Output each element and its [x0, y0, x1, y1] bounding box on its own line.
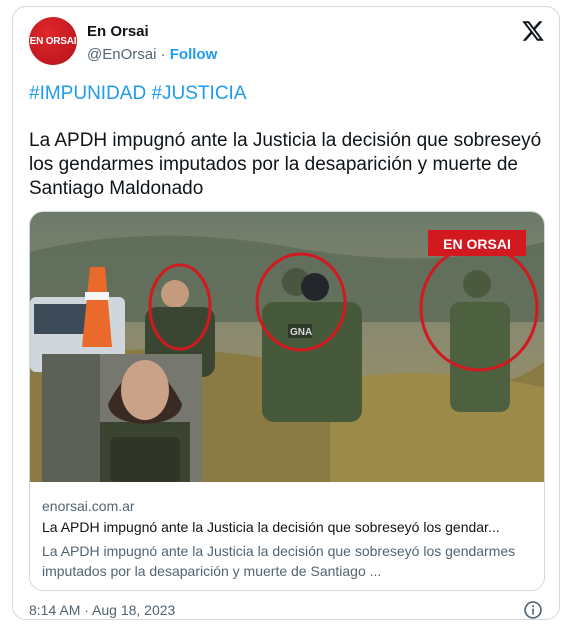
- tweet-timestamp[interactable]: 8:14 AM · Aug 18, 2023: [29, 602, 175, 618]
- info-icon[interactable]: [523, 600, 543, 620]
- author-name[interactable]: En Orsai: [87, 23, 149, 40]
- handle-row: @EnOrsai · Follow: [87, 46, 217, 63]
- link-card-description: La APDH impugnó ante la Justicia la deci…: [42, 543, 516, 579]
- tweet-text: La APDH impugnó ante la Justicia la deci…: [29, 130, 542, 199]
- follow-button[interactable]: Follow: [170, 46, 218, 63]
- link-card-domain: enorsai.com.ar: [42, 498, 135, 514]
- avatar[interactable]: EN ORSAI: [29, 17, 77, 65]
- link-card-image: GNA EN ORSAI: [30, 212, 544, 482]
- tweet-card: EN ORSAI En Orsai @EnOrsai · Follow #IMP…: [12, 6, 560, 620]
- hashtags: #IMPUNIDAD #JUSTICIA: [29, 83, 247, 105]
- separator: ·: [160, 46, 166, 63]
- watermark-text: EN ORSAI: [443, 236, 511, 252]
- avatar-text: EN ORSAI: [29, 35, 77, 47]
- hashtag-impunidad[interactable]: #IMPUNIDAD: [29, 83, 146, 104]
- x-logo-icon[interactable]: [521, 19, 545, 43]
- author-handle[interactable]: @EnOrsai: [87, 46, 156, 63]
- vest-badge: GNA: [290, 327, 312, 338]
- link-card-title: La APDH impugnó ante la Justicia la deci…: [42, 519, 500, 535]
- link-card[interactable]: GNA EN ORSAI enorsai.com.ar La APDH impu…: [29, 211, 545, 591]
- hashtag-justicia[interactable]: #JUSTICIA: [151, 83, 246, 104]
